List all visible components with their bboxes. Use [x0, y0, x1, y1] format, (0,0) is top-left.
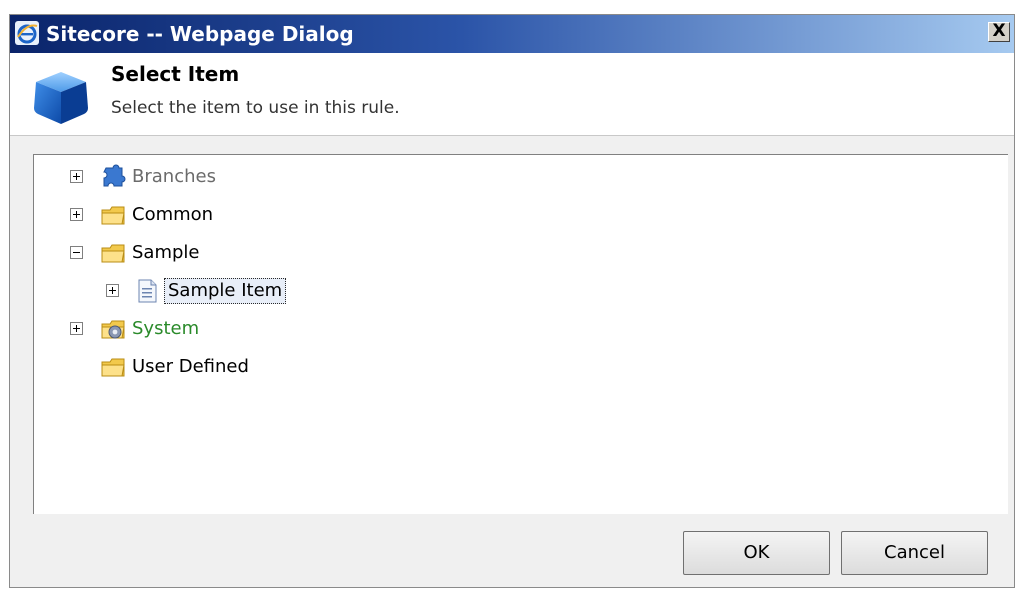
dialog-title: Select Item — [111, 62, 240, 86]
window-title: Sitecore -- Webpage Dialog — [46, 22, 354, 46]
dialog-window: Sitecore -- Webpage Dialog X Select Item… — [9, 14, 1015, 588]
expand-icon[interactable] — [70, 170, 83, 183]
tree-item-label: Sample Item — [164, 278, 287, 304]
folder-icon — [101, 244, 125, 263]
internet-explorer-icon — [15, 21, 39, 45]
title-bar[interactable]: Sitecore -- Webpage Dialog X — [10, 15, 1014, 53]
collapse-icon[interactable] — [70, 246, 83, 259]
tree-item-label: System — [132, 318, 200, 339]
item-tree[interactable]: Branches Common Sample Sample Item Syste… — [33, 154, 1008, 514]
ok-button[interactable]: OK — [683, 531, 830, 575]
dialog-subtitle: Select the item to use in this rule. — [111, 98, 400, 118]
document-icon — [138, 279, 157, 303]
system-folder-icon — [101, 320, 125, 339]
expand-icon[interactable] — [106, 284, 119, 297]
tree-item-label: User Defined — [132, 356, 249, 377]
cube-icon — [34, 72, 88, 124]
branches-icon — [103, 164, 126, 187]
tree-item-label: Common — [132, 204, 214, 225]
close-button[interactable]: X — [988, 22, 1010, 42]
tree-item-label: Branches — [132, 166, 216, 187]
cancel-button[interactable]: Cancel — [841, 531, 988, 575]
dialog-header: Select Item Select the item to use in th… — [10, 53, 1014, 136]
expand-icon[interactable] — [70, 322, 83, 335]
folder-icon — [101, 358, 125, 377]
tree-item-label: Sample — [132, 242, 200, 263]
folder-icon — [101, 206, 125, 225]
expand-icon[interactable] — [70, 208, 83, 221]
